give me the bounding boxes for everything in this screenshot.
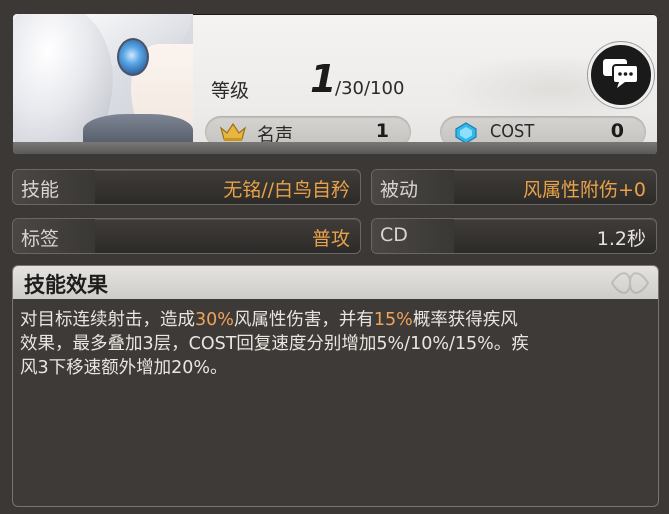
cost-label: COST xyxy=(490,121,535,142)
tag-key: 标签 xyxy=(21,228,60,250)
tag-value: 普攻 xyxy=(311,228,350,250)
cd-value: 1.2秒 xyxy=(596,228,646,250)
character-portrait xyxy=(13,14,193,142)
fame-value: 1 xyxy=(375,120,389,142)
passive-key: 被动 xyxy=(380,179,419,201)
cd-key: CD xyxy=(380,224,408,246)
skill-row: 技能 无铭//白鸟自矜 xyxy=(13,170,360,204)
passive-value: 风属性附伤+0 xyxy=(522,179,646,201)
level-max: /30/100 xyxy=(335,78,405,99)
knot-ornament-icon xyxy=(608,268,652,302)
cd-row: CD 1.2秒 xyxy=(372,219,656,253)
skill-value: 无铭//白鸟自矜 xyxy=(223,179,350,201)
chat-bubble-icon xyxy=(603,59,639,88)
cost-value: 0 xyxy=(610,120,624,142)
level-label: 等级 xyxy=(211,80,250,102)
effect-title: 技能效果 xyxy=(24,273,108,297)
level-current: 1 xyxy=(310,57,337,101)
skill-effect-panel: 技能效果 对目标连续射击，造成30%风属性伤害，并有15%概率获得疾风 效果，最… xyxy=(13,266,658,506)
skill-key: 技能 xyxy=(21,179,60,201)
passive-row: 被动 风属性附伤+0 xyxy=(372,170,656,204)
tag-row: 标签 普攻 xyxy=(13,219,360,253)
chat-button[interactable] xyxy=(588,42,654,108)
character-header-card: 等级 1 /30/100 名声 1 COST 0 xyxy=(13,14,657,154)
effect-header: 技能效果 xyxy=(13,266,658,299)
effect-description: 对目标连续射击，造成30%风属性伤害，并有15%概率获得疾风 效果，最多叠加3层… xyxy=(20,310,529,378)
